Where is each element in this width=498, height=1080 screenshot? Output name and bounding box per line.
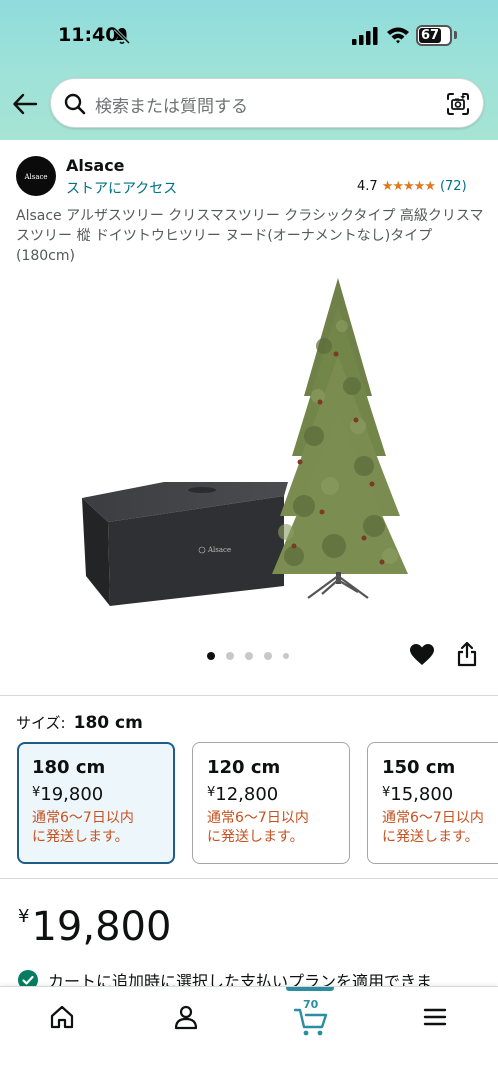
visit-store-link[interactable]: ストアにアクセス xyxy=(66,178,177,198)
wifi-icon xyxy=(387,27,409,44)
price-amount: 19,800 xyxy=(31,904,172,950)
brand-name[interactable]: Alsace xyxy=(66,156,125,175)
shipping-line: 通常6～7日以内 xyxy=(207,810,309,826)
size-option-150[interactable]: 150 cm ¥15,800 通常6～7日以内 に発送します。 xyxy=(367,742,498,864)
size-option-price-value: 19,800 xyxy=(40,784,104,805)
pager-dot[interactable] xyxy=(226,652,234,660)
brand-logo-text: Alsace xyxy=(24,173,48,181)
battery-level: 67 xyxy=(420,28,440,43)
product-price: ¥19,800 xyxy=(18,904,171,950)
size-option-shipping: 通常6～7日以内 に発送します。 xyxy=(207,809,345,847)
size-option-size: 180 cm xyxy=(32,757,106,778)
divider xyxy=(0,878,498,879)
cart-icon[interactable] xyxy=(294,1007,328,1037)
battery-tip xyxy=(454,31,457,39)
status-time: 11:40 xyxy=(58,24,119,46)
menu-icon[interactable] xyxy=(421,1003,449,1031)
product-title: Alsace アルザスツリー クリスマスツリー クラシックタイプ 高級クリスマス… xyxy=(16,208,484,264)
cart-active-indicator xyxy=(286,987,334,991)
yen-sign: ¥ xyxy=(18,906,30,927)
divider xyxy=(0,695,498,696)
size-label-text: サイズ: xyxy=(16,714,66,732)
size-option-size: 150 cm xyxy=(382,757,456,778)
back-arrow-icon[interactable] xyxy=(12,92,38,116)
box-brand-label: Alsace xyxy=(207,546,231,554)
tree-illustration xyxy=(272,278,408,599)
cellular-signal-icon xyxy=(352,27,378,45)
shipping-line: 通常6～7日以内 xyxy=(382,810,484,826)
heart-icon[interactable] xyxy=(409,643,435,667)
size-option-price: ¥15,800 xyxy=(382,784,498,805)
account-icon[interactable] xyxy=(172,1003,200,1031)
rating-stars-icon: ★★★★★ xyxy=(381,179,436,194)
shipping-line: 通常6～7日以内 xyxy=(32,810,134,826)
camera-search-icon[interactable] xyxy=(445,91,471,117)
search-icon xyxy=(64,93,86,115)
pager-dot[interactable] xyxy=(207,652,215,660)
size-option-shipping: 通常6～7日以内 に発送します。 xyxy=(32,809,170,847)
search-bar[interactable]: 検索または質問する xyxy=(50,78,484,128)
status-bar: 11:40 67 xyxy=(0,0,498,72)
battery-icon: 67 xyxy=(416,25,452,46)
shipping-line: に発送します。 xyxy=(207,829,304,845)
image-pager[interactable] xyxy=(207,650,291,662)
pager-dot[interactable] xyxy=(264,652,272,660)
size-option-shipping: 通常6～7日以内 に発送します。 xyxy=(382,809,498,847)
size-option-size: 120 cm xyxy=(207,757,281,778)
search-placeholder[interactable]: 検索または質問する xyxy=(95,92,248,117)
pager-dot[interactable] xyxy=(245,652,253,660)
pager-dot[interactable] xyxy=(283,653,289,659)
size-option-price-value: 15,800 xyxy=(390,784,454,805)
product-image[interactable]: Alsace xyxy=(74,276,424,612)
selected-size: 180 cm xyxy=(73,713,143,733)
shipping-line: に発送します。 xyxy=(382,829,479,845)
size-option-price-value: 12,800 xyxy=(215,784,279,805)
bottom-nav: 70 xyxy=(0,986,498,1080)
rating-count[interactable]: (72) xyxy=(440,179,467,194)
share-icon[interactable] xyxy=(455,641,479,667)
home-icon[interactable] xyxy=(48,1003,76,1031)
rating-value: 4.7 xyxy=(357,179,378,194)
size-label: サイズ: 180 cm xyxy=(16,712,143,733)
size-option-180[interactable]: 180 cm ¥19,800 通常6～7日以内 に発送します。 xyxy=(17,742,175,864)
brand-logo[interactable]: Alsace xyxy=(16,156,56,196)
header: 11:40 67 検索または質問する xyxy=(0,0,498,140)
size-option-120[interactable]: 120 cm ¥12,800 通常6～7日以内 に発送します。 xyxy=(192,742,350,864)
size-option-price: ¥12,800 xyxy=(207,784,349,805)
size-option-price: ¥19,800 xyxy=(32,784,173,805)
bell-muted-icon xyxy=(114,27,130,45)
shipping-line: に発送します。 xyxy=(32,829,129,845)
rating-summary[interactable]: 4.7 ★★★★★ (72) xyxy=(357,179,467,194)
